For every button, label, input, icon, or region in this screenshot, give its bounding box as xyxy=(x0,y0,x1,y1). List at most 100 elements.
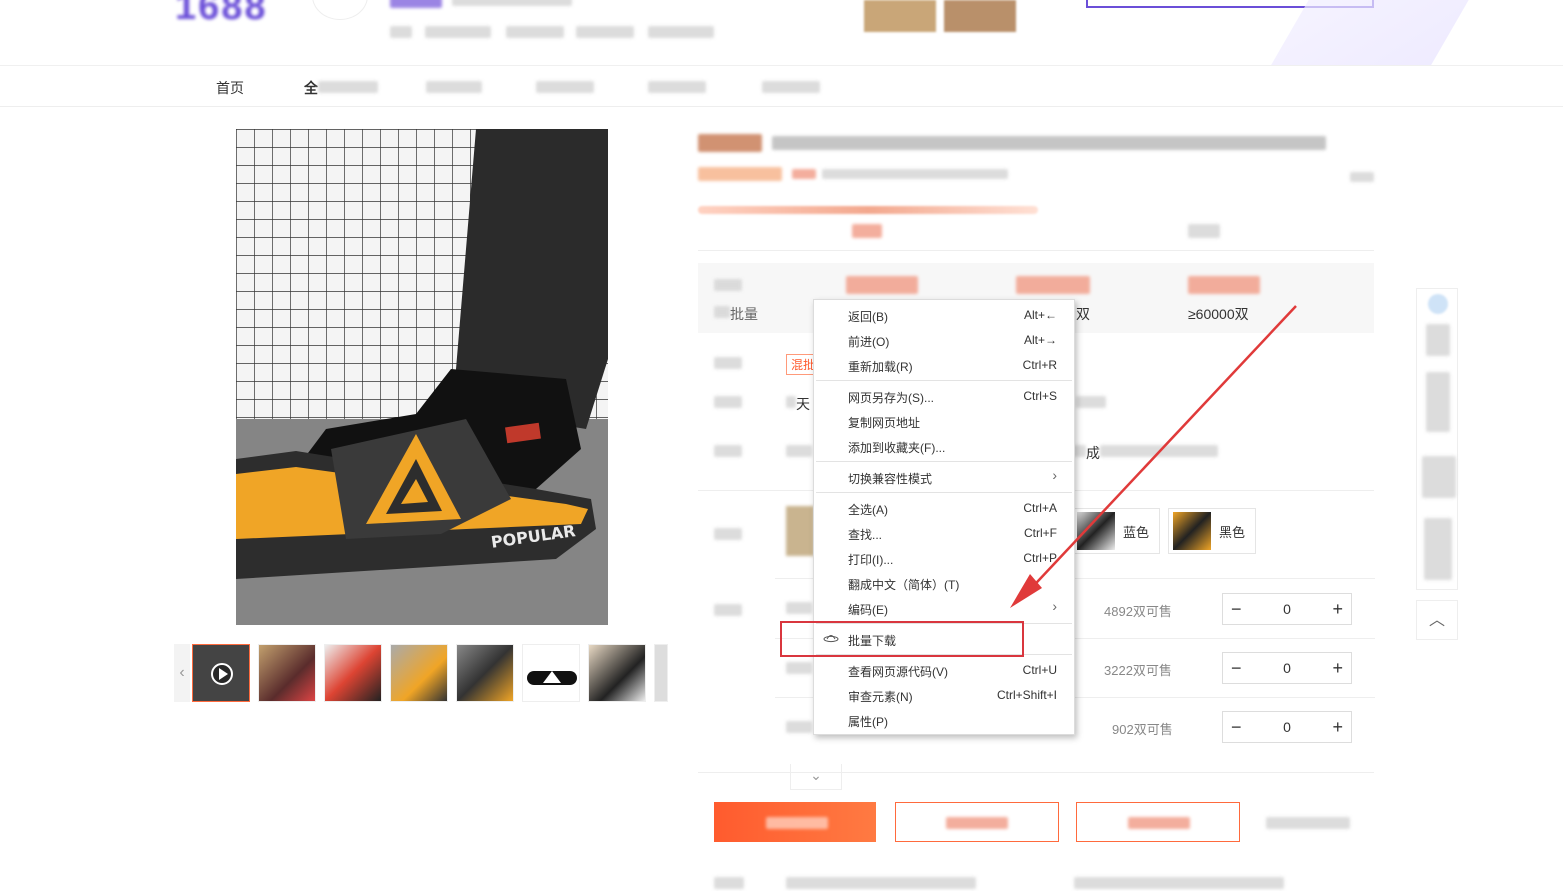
side-item-2[interactable] xyxy=(1426,372,1450,432)
color-chip-black[interactable]: 黑色 xyxy=(1168,508,1257,554)
menu-print[interactable]: 打印(I)... Ctrl+P xyxy=(814,545,1074,570)
color-chip-blue[interactable]: 蓝色 xyxy=(1072,508,1161,554)
menu-compat-mode[interactable]: 切换兼容性模式 › xyxy=(814,464,1074,489)
review-count xyxy=(792,169,816,179)
nav-item-2[interactable] xyxy=(426,81,482,93)
menu-back[interactable]: 返回(B) Alt+← xyxy=(814,302,1074,327)
qty-value-1[interactable]: 0 xyxy=(1283,601,1291,617)
thumb-3[interactable] xyxy=(324,644,382,702)
color-chip-black-image xyxy=(1173,512,1211,550)
nav-item-5[interactable] xyxy=(762,81,820,93)
side-service-icon[interactable] xyxy=(1428,294,1448,314)
tab-underline xyxy=(698,206,1038,214)
qty-value-3[interactable]: 0 xyxy=(1283,719,1291,735)
thumb-4[interactable] xyxy=(390,644,448,702)
sku-divider xyxy=(698,772,1374,773)
thumb-5[interactable] xyxy=(456,644,514,702)
guarantee-text: 成 xyxy=(1086,445,1100,461)
nav-item-3[interactable] xyxy=(536,81,594,93)
minus-icon[interactable]: − xyxy=(1231,717,1242,738)
menu-view-source[interactable]: 查看网页源代码(V) Ctrl+U xyxy=(814,657,1074,682)
menu-forward[interactable]: 前进(O) Alt+→ xyxy=(814,327,1074,352)
menu-print-shortcut: Ctrl+P xyxy=(1023,551,1057,565)
add-cart-label xyxy=(946,817,1008,829)
context-menu: 返回(B) Alt+← 前进(O) Alt+→ 重新加载(R) Ctrl+R 网页另存… xyxy=(813,299,1075,735)
nav-home[interactable]: 首页 xyxy=(216,78,244,98)
menu-translate-label: 翻成中文（简体）(T) xyxy=(848,578,960,592)
service-label xyxy=(714,357,742,369)
chevron-right-icon: › xyxy=(1052,467,1057,483)
tab-dropship[interactable] xyxy=(1188,224,1220,238)
qty-stepper-3[interactable]: − 0 + xyxy=(1222,711,1352,743)
menu-find-shortcut: Ctrl+F xyxy=(1024,526,1057,540)
stock-row-2: 3222双可售 xyxy=(1104,663,1172,678)
play-triangle-icon xyxy=(219,668,228,680)
plus-icon[interactable]: + xyxy=(1332,717,1343,738)
minus-icon[interactable]: − xyxy=(1231,599,1242,620)
menu-separator xyxy=(816,492,1072,493)
product-main-image[interactable]: POPULAR xyxy=(236,129,608,625)
thumb-6[interactable] xyxy=(522,644,580,702)
shop-rating xyxy=(452,0,572,6)
nav-all-categories[interactable]: 全 xyxy=(304,78,318,98)
order-label xyxy=(1128,817,1190,829)
product-tag xyxy=(698,134,762,152)
menu-add-favorite-label: 添加到收藏夹(F)... xyxy=(848,441,946,455)
menu-print-label: 打印(I)... xyxy=(848,553,894,567)
menu-reload[interactable]: 重新加载(R) Ctrl+R xyxy=(814,352,1074,377)
color-chip-1[interactable] xyxy=(786,506,814,556)
ship-days: 天 xyxy=(796,396,810,412)
menu-add-favorite[interactable]: 添加到收藏夹(F)... xyxy=(814,433,1074,458)
thumb-video[interactable] xyxy=(192,644,250,702)
menu-translate[interactable]: 翻成中文（简体）(T) xyxy=(814,570,1074,595)
thumb-7[interactable] xyxy=(588,644,646,702)
share-link[interactable] xyxy=(1350,172,1374,182)
menu-inspect[interactable]: 审查元素(N) Ctrl+Shift+I xyxy=(814,682,1074,707)
header-promo-image-1[interactable] xyxy=(864,0,936,32)
slipper-photo: POPULAR xyxy=(236,129,608,625)
color-chip-blue-label: 蓝色 xyxy=(1123,524,1150,540)
color-chip-blue-image xyxy=(1077,512,1115,550)
menu-copy-url[interactable]: 复制网页地址 xyxy=(814,408,1074,433)
shop-avatar[interactable] xyxy=(312,0,368,20)
color-label xyxy=(714,528,742,540)
footer-info-2 xyxy=(786,877,976,889)
thumb-8[interactable] xyxy=(654,644,668,702)
menu-view-source-shortcut: Ctrl+U xyxy=(1022,663,1057,677)
expand-more-button[interactable]: ⌄ xyxy=(790,764,842,790)
size-label xyxy=(714,604,742,616)
tab-wholesale[interactable] xyxy=(852,224,882,238)
menu-separator xyxy=(816,380,1072,381)
qty-stepper-2[interactable]: − 0 + xyxy=(1222,652,1352,684)
rating-stars xyxy=(698,167,782,181)
thumb-2[interactable] xyxy=(258,644,316,702)
side-item-1[interactable] xyxy=(1426,324,1450,356)
plus-icon[interactable]: + xyxy=(1332,658,1343,679)
size-2 xyxy=(786,662,812,674)
qty-stepper-1[interactable]: − 0 + xyxy=(1222,593,1352,625)
menu-properties-label: 属性(P) xyxy=(848,715,888,729)
nav-item-4[interactable] xyxy=(648,81,706,93)
menu-separator xyxy=(816,461,1072,462)
header-promo-image-2[interactable] xyxy=(944,0,1016,32)
menu-find[interactable]: 查找... Ctrl+F xyxy=(814,520,1074,545)
qty-value-2[interactable]: 0 xyxy=(1283,660,1291,676)
site-logo[interactable]: 1688 xyxy=(175,0,268,29)
price-tier-1 xyxy=(846,276,918,294)
plus-icon[interactable]: + xyxy=(1332,599,1343,620)
side-item-4[interactable] xyxy=(1424,518,1452,580)
thumb-6-triangle xyxy=(543,671,561,683)
menu-save-as[interactable]: 网页另存为(S)... Ctrl+S xyxy=(814,383,1074,408)
menu-inspect-shortcut: Ctrl+Shift+I xyxy=(996,688,1057,702)
menu-properties[interactable]: 属性(P) xyxy=(814,707,1074,732)
back-to-top-button[interactable]: ︿ xyxy=(1416,600,1458,640)
menu-select-all-shortcut: Ctrl+A xyxy=(1023,501,1057,515)
minus-icon[interactable]: − xyxy=(1231,658,1242,679)
side-item-3[interactable] xyxy=(1422,456,1456,498)
thumb-prev-button[interactable]: ‹ xyxy=(174,644,190,702)
favorite-link[interactable] xyxy=(1266,817,1350,829)
menu-encoding[interactable]: 编码(E) › xyxy=(814,595,1074,620)
stock-row-1: 4892双可售 xyxy=(1104,604,1172,619)
ship-days-blur xyxy=(786,396,796,408)
menu-select-all[interactable]: 全选(A) Ctrl+A xyxy=(814,495,1074,520)
